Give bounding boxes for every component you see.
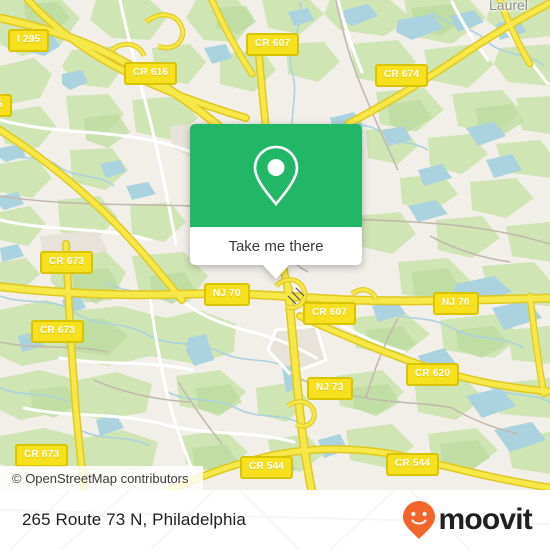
location-callout[interactable]: Take me there — [190, 124, 362, 279]
road-shield-cr673-mid[interactable]: CR 673 — [31, 320, 85, 343]
road-shield-cr673-upper[interactable]: CR 673 — [40, 251, 94, 274]
road-shield-cr544-east[interactable]: CR 544 — [386, 453, 440, 476]
road-shield-i295[interactable]: I 295 — [8, 29, 50, 52]
moovit-logo[interactable]: moovit — [402, 500, 533, 540]
callout-pin-panel — [190, 124, 362, 227]
road-shield-nj70-east[interactable]: NJ 70 — [433, 292, 479, 315]
road-shield-i295-edge[interactable]: 5 — [0, 94, 12, 117]
road-shield-cr544-west[interactable]: CR 544 — [240, 456, 294, 479]
place-label-laurel: Laurel — [489, 0, 528, 13]
moovit-smiley-pin-icon — [403, 501, 436, 539]
road-shield-nj73[interactable]: NJ 73 — [307, 377, 353, 400]
road-shield-cr674[interactable]: CR 674 — [375, 64, 429, 87]
road-shield-cr620[interactable]: CR 620 — [406, 363, 460, 386]
moovit-map-screenshot: Laurel I 295 5 CR 616 CR 607 CR 674 CR 6… — [0, 0, 550, 550]
road-shield-cr616[interactable]: CR 616 — [124, 62, 178, 85]
road-shield-nj70-west[interactable]: NJ 70 — [204, 283, 250, 306]
footer-bar: 265 Route 73 N, Philadelphia moovit — [0, 490, 550, 550]
take-me-there-button[interactable]: Take me there — [190, 227, 362, 279]
road-shield-cr607-center[interactable]: CR 607 — [303, 302, 357, 325]
attribution-label: © OpenStreetMap contributors — [12, 470, 189, 486]
road-shield-cr673-lower[interactable]: CR 673 — [15, 444, 69, 467]
take-me-there-label: Take me there — [228, 237, 324, 255]
moovit-wordmark: moovit — [438, 503, 532, 536]
road-shield-cr607-north[interactable]: CR 607 — [246, 33, 300, 56]
callout-tail — [263, 265, 289, 279]
map-canvas[interactable]: Laurel I 295 5 CR 616 CR 607 CR 674 CR 6… — [0, 0, 550, 490]
address-label: 265 Route 73 N, Philadelphia — [22, 510, 246, 529]
map-attribution[interactable]: © OpenStreetMap contributors — [0, 466, 203, 490]
location-pin-icon — [253, 145, 299, 206]
